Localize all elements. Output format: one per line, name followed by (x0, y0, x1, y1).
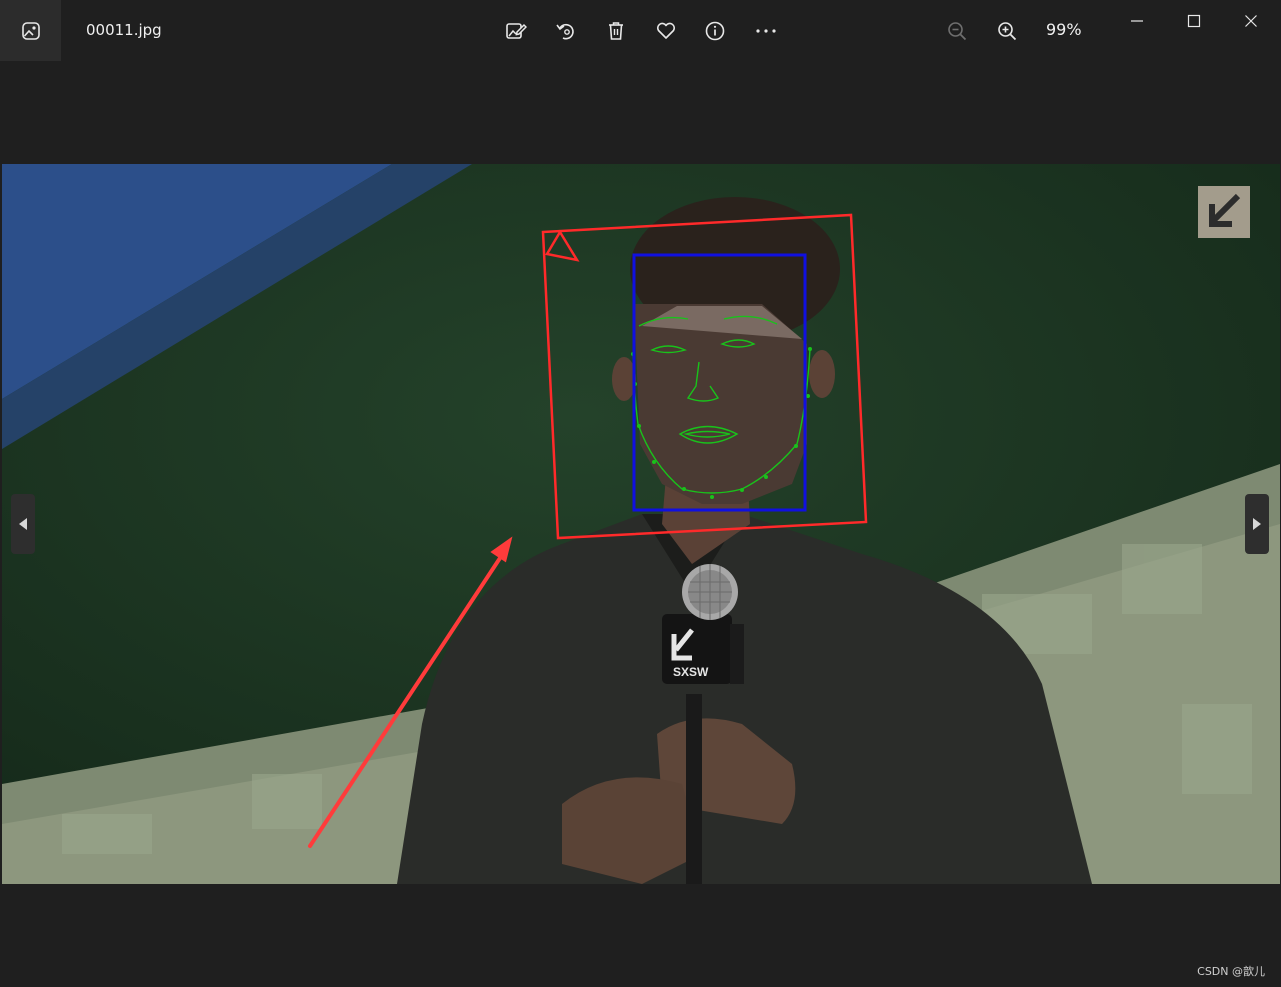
photos-app-icon (21, 21, 40, 40)
minimize-icon (1131, 20, 1143, 22)
zoom-level-indicator[interactable]: 99% (1046, 20, 1082, 39)
photo-canvas: SXSW (2, 164, 1280, 884)
rotate-icon (556, 23, 574, 40)
delete-icon (609, 22, 623, 40)
photo-viewer-window: 00011.jpg 99% SXSW CSDN @歆儿 (0, 0, 1281, 987)
zoom-out-button[interactable] (940, 14, 974, 48)
close-icon (1245, 15, 1257, 27)
favorite-button[interactable] (649, 14, 683, 48)
edit-image-button[interactable] (499, 14, 533, 48)
chevron-left-icon (19, 518, 27, 530)
title-bar: 00011.jpg 99% (0, 0, 1281, 62)
csdn-watermark: CSDN @歆儿 (1197, 965, 1265, 978)
left-ear (612, 357, 636, 401)
delete-button[interactable] (599, 14, 633, 48)
previous-image-button[interactable] (11, 494, 35, 554)
annotated-photo: SXSW (2, 164, 1280, 884)
sxsw-corner-logo (1198, 186, 1250, 238)
image-stage: SXSW CSDN @歆儿 (0, 62, 1281, 987)
mic-logo-text: SXSW (673, 665, 709, 679)
more-options-button[interactable] (749, 14, 783, 48)
info-button[interactable] (698, 14, 732, 48)
more-icon (756, 29, 776, 33)
zoom-in-button[interactable] (990, 14, 1024, 48)
favorite-icon (656, 22, 676, 39)
info-icon (705, 21, 725, 41)
rotate-button[interactable] (549, 14, 583, 48)
right-ear (809, 350, 835, 398)
file-name: 00011.jpg (86, 21, 162, 39)
next-image-button[interactable] (1245, 494, 1269, 554)
zoom-out-icon (948, 22, 967, 41)
edit-image-icon (506, 23, 527, 39)
close-button[interactable] (1234, 4, 1268, 38)
minimize-button[interactable] (1120, 4, 1154, 38)
maximize-icon (1187, 14, 1201, 28)
zoom-in-icon (998, 22, 1017, 41)
chevron-right-icon (1253, 518, 1261, 530)
app-icon-button[interactable] (0, 0, 61, 61)
maximize-button[interactable] (1177, 4, 1211, 38)
